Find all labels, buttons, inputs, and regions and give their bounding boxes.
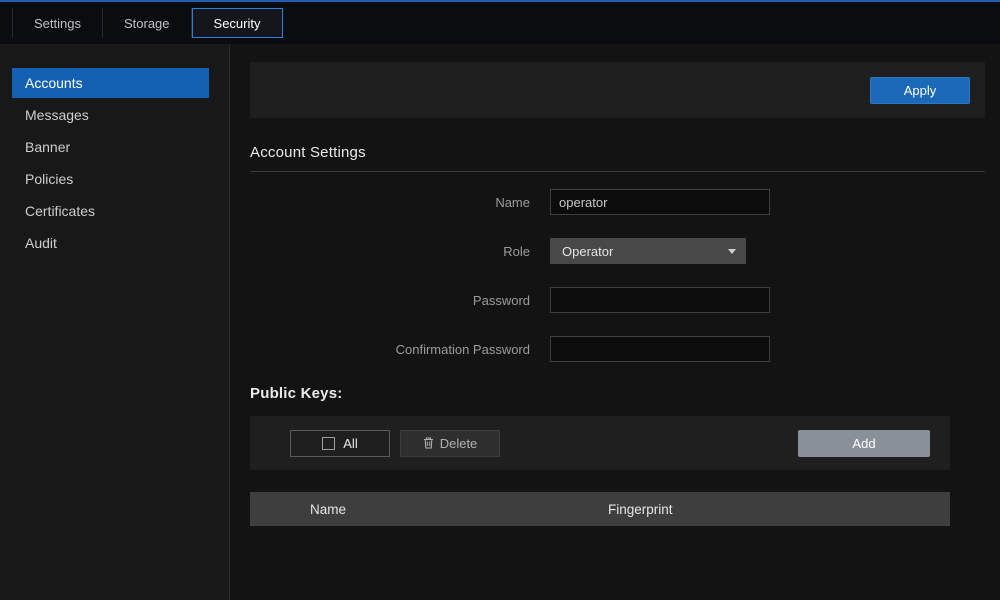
role-label: Role — [230, 244, 550, 259]
sidebar: Accounts Messages Banner Policies Certif… — [0, 44, 230, 600]
select-all-label: All — [343, 436, 357, 451]
role-select[interactable]: Operator — [550, 238, 746, 264]
add-button[interactable]: Add — [798, 430, 930, 457]
sidebar-item-banner[interactable]: Banner — [0, 132, 229, 162]
apply-toolbar: Apply — [250, 62, 985, 118]
select-all-button[interactable]: All — [290, 430, 390, 457]
password-field[interactable] — [550, 287, 770, 313]
sidebar-item-messages[interactable]: Messages — [0, 100, 229, 130]
page-title: Account Settings — [250, 144, 985, 161]
select-all-checkbox[interactable] — [322, 437, 335, 450]
public-keys-toolbar: All Delete Add — [250, 416, 950, 470]
tab-storage[interactable]: Storage — [103, 8, 192, 38]
tab-settings[interactable]: Settings — [12, 8, 103, 38]
confirmation-password-row: Confirmation Password — [230, 336, 1000, 362]
chevron-down-icon — [728, 249, 736, 254]
confirmation-password-field[interactable] — [550, 336, 770, 362]
delete-button[interactable]: Delete — [400, 430, 500, 457]
sidebar-item-accounts[interactable]: Accounts — [12, 68, 209, 98]
main-content: Apply Account Settings Name Role Operato… — [230, 44, 1000, 600]
sidebar-item-audit[interactable]: Audit — [0, 228, 229, 258]
confirmation-password-label: Confirmation Password — [230, 342, 550, 357]
trash-icon — [423, 437, 434, 449]
section-divider — [250, 171, 985, 172]
sidebar-item-certificates[interactable]: Certificates — [0, 196, 229, 226]
role-select-value: Operator — [562, 244, 613, 259]
apply-button[interactable]: Apply — [870, 77, 970, 104]
sidebar-item-policies[interactable]: Policies — [0, 164, 229, 194]
password-label: Password — [230, 293, 550, 308]
tab-security[interactable]: Security — [192, 8, 283, 38]
role-row: Role Operator — [230, 238, 1000, 264]
account-settings-form: Name Role Operator Password Confirmation… — [230, 189, 1000, 362]
name-label: Name — [230, 195, 550, 210]
name-row: Name — [230, 189, 1000, 215]
delete-label: Delete — [440, 436, 478, 451]
column-header-name: Name — [250, 502, 608, 517]
top-navigation-bar: Settings Storage Security — [0, 0, 1000, 44]
public-keys-title: Public Keys: — [250, 385, 1000, 402]
column-header-fingerprint: Fingerprint — [608, 502, 950, 517]
name-field[interactable] — [550, 189, 770, 215]
public-keys-table-header: Name Fingerprint — [250, 492, 950, 526]
password-row: Password — [230, 287, 1000, 313]
